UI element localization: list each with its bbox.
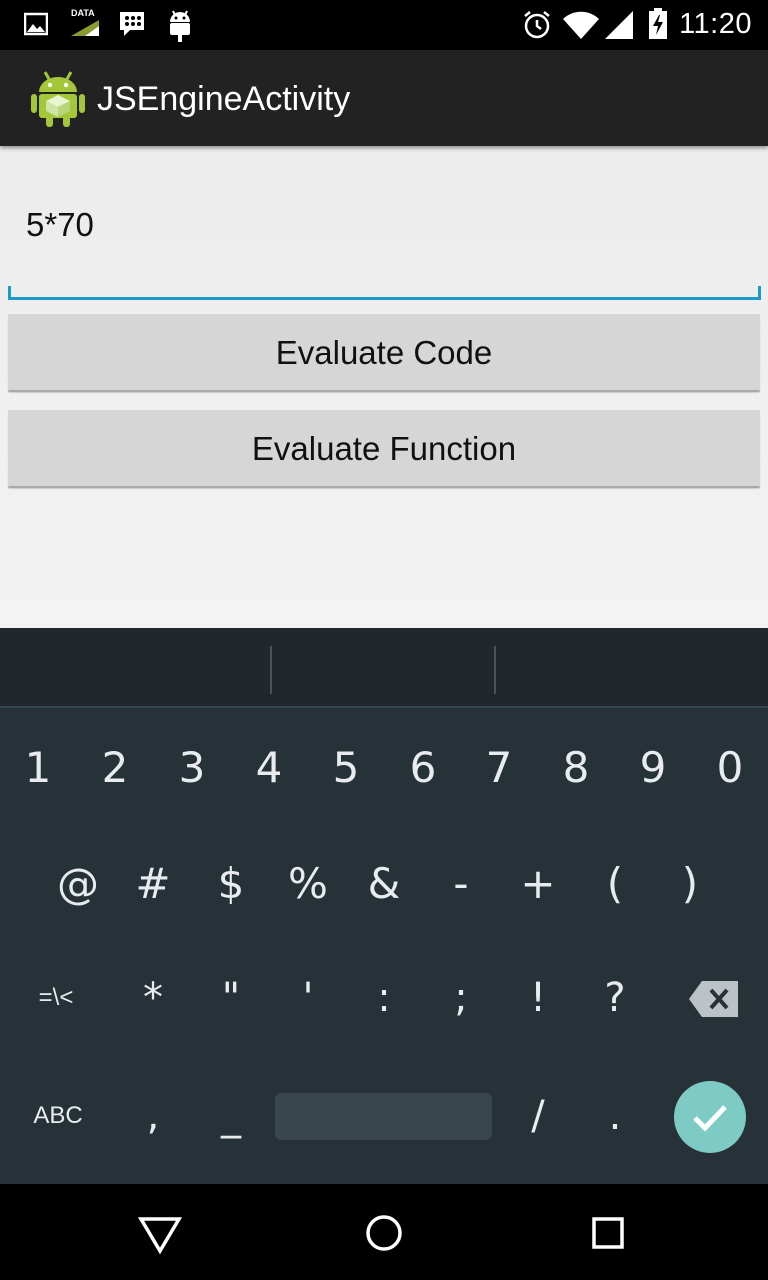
clock: 11:20 [679, 8, 752, 40]
key-1[interactable]: 1 [0, 740, 76, 796]
suggestion-left[interactable] [0, 628, 270, 708]
key-3[interactable]: 3 [154, 740, 230, 796]
home-icon[interactable] [354, 1206, 414, 1260]
key-ampersand[interactable]: & [346, 856, 422, 912]
signal-icon [605, 11, 633, 39]
key-dollar[interactable]: $ [193, 856, 269, 912]
key-abc[interactable]: ABC [20, 1088, 96, 1144]
key-underscore[interactable]: _ [193, 1088, 269, 1144]
key-slash[interactable]: / [500, 1088, 576, 1144]
input-underline-right [758, 286, 761, 298]
code-input[interactable] [8, 194, 761, 300]
key-at[interactable]: @ [40, 856, 116, 912]
key-hash[interactable]: # [115, 856, 191, 912]
backspace-icon[interactable] [688, 980, 740, 1018]
suggestion-strip [0, 628, 768, 708]
key-plus[interactable]: + [500, 856, 576, 912]
checkmark-icon [693, 1105, 727, 1132]
suggestion-center[interactable] [272, 628, 494, 708]
status-bar: DATA 11:20 [0, 0, 768, 50]
key-4[interactable]: 4 [231, 740, 307, 796]
action-bar: JSEngineActivity [0, 50, 768, 146]
android-icon [170, 10, 190, 42]
key-semicolon[interactable]: ; [423, 970, 499, 1026]
key-percent[interactable]: % [270, 856, 346, 912]
key-double-quote[interactable]: " [193, 970, 269, 1026]
key-2[interactable]: 2 [77, 740, 153, 796]
key-single-quote[interactable]: ' [270, 970, 346, 1026]
suggestion-right[interactable] [496, 628, 768, 708]
key-colon[interactable]: : [346, 970, 422, 1026]
key-period[interactable]: . [577, 1088, 653, 1144]
key-minus[interactable]: - [423, 856, 499, 912]
key-0[interactable]: 0 [692, 740, 768, 796]
battery-charging-icon [649, 8, 667, 39]
key-9[interactable]: 9 [615, 740, 691, 796]
key-question[interactable]: ? [577, 970, 653, 1026]
evaluate-function-button[interactable]: Evaluate Function [8, 410, 760, 488]
recents-icon[interactable] [578, 1206, 638, 1260]
key-6[interactable]: 6 [385, 740, 461, 796]
wifi-icon [563, 11, 599, 39]
main-content: Evaluate Code Evaluate Function [0, 146, 768, 628]
image-icon [24, 12, 48, 36]
navigation-bar [0, 1184, 768, 1280]
blackberry-icon [120, 12, 144, 36]
key-more-symbols[interactable]: =\< [16, 970, 96, 1026]
key-open-paren[interactable]: ( [577, 856, 653, 912]
space-key[interactable] [275, 1093, 492, 1140]
key-7[interactable]: 7 [461, 740, 537, 796]
alarm-icon [524, 11, 550, 39]
key-8[interactable]: 8 [538, 740, 614, 796]
soft-keyboard: 1 2 3 4 5 6 7 8 9 0 @ # $ % & - + ( ) =\… [0, 628, 768, 1184]
key-5[interactable]: 5 [308, 740, 384, 796]
android-app-icon [31, 71, 85, 127]
input-underline-left [8, 286, 11, 298]
data-icon: DATA [69, 8, 101, 38]
key-exclamation[interactable]: ! [500, 970, 576, 1026]
key-asterisk[interactable]: * [115, 970, 191, 1026]
evaluate-code-button[interactable]: Evaluate Code [8, 314, 760, 392]
key-comma[interactable]: , [115, 1088, 191, 1144]
back-icon[interactable] [130, 1206, 190, 1260]
page-title: JSEngineActivity [97, 80, 351, 118]
key-close-paren[interactable]: ) [652, 856, 728, 912]
done-key[interactable] [674, 1081, 746, 1153]
